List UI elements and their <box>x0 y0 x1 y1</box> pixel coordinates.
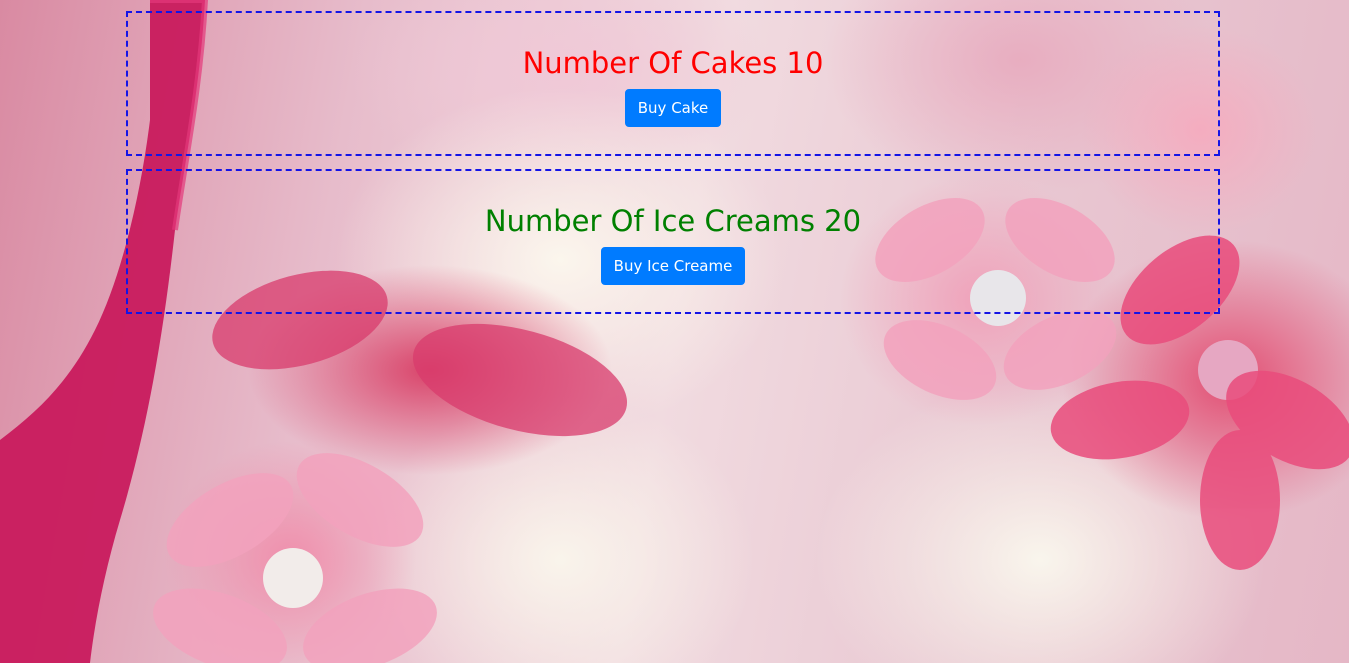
buy-icecream-button[interactable]: Buy Ice Creame <box>600 247 746 285</box>
cake-panel: Number Of Cakes 10 Buy Cake <box>126 11 1220 156</box>
cake-heading-label: Number Of Cakes <box>522 46 778 80</box>
cake-count-heading: Number Of Cakes 10 <box>128 45 1218 81</box>
icecream-count-heading: Number Of Ice Creams 20 <box>128 203 1218 239</box>
icecream-heading-label: Number Of Ice Creams <box>484 204 815 238</box>
icecream-count-value: 20 <box>824 204 862 238</box>
icecream-panel: Number Of Ice Creams 20 Buy Ice Creame <box>126 169 1220 314</box>
buy-cake-button[interactable]: Buy Cake <box>624 89 722 127</box>
cake-count-value: 10 <box>786 46 824 80</box>
